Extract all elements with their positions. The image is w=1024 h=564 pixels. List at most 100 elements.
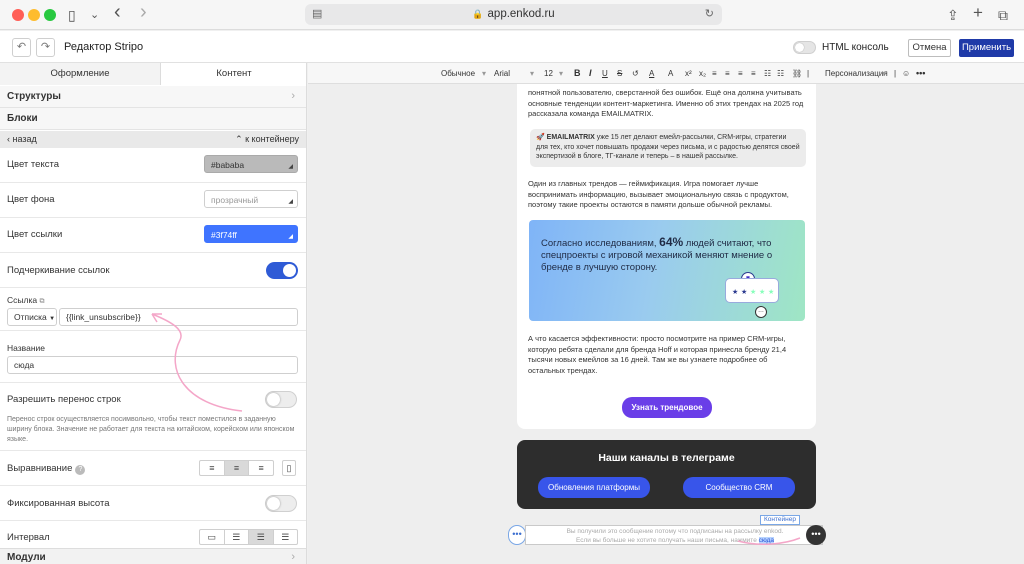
blocks-label: Блоки [7,113,38,124]
chevron-down-icon[interactable]: ⌄ [90,6,99,24]
container-label[interactable]: Контейнер [760,515,800,525]
bullet-list-icon[interactable]: ☷ [777,68,784,79]
back-icon[interactable]: ‹ [114,2,121,22]
tab-content[interactable]: Контент [161,63,306,85]
to-container-link[interactable]: ⌃ к контейнеру [235,134,299,145]
divider-icon: | [894,69,897,78]
cancel-button[interactable]: Отмена [908,39,951,57]
banner-percent: 64% [659,235,684,249]
panel-tabs: Оформление Контент [0,63,306,85]
fixed-height-toggle[interactable] [265,495,297,512]
rating-card-icon: ★ ★ ★ ★ ★ [725,278,779,303]
text-color-field[interactable]: #bababa ◢ [204,155,298,173]
footer-line-1: Вы получили это сообщение потому что под… [566,528,784,535]
apply-button[interactable]: Применить [959,39,1014,57]
subscript-button[interactable]: x₂ [699,68,706,79]
tabs-overview-icon[interactable]: ⧉ [998,6,1008,24]
clear-format-icon[interactable]: ↺ [632,68,639,79]
highlight-color-button[interactable]: A [668,68,673,79]
maximize-window-button[interactable] [44,9,56,21]
html-console-toggle[interactable] [793,41,816,54]
share-icon[interactable]: ⇪ [947,6,959,24]
help-icon[interactable]: ? [75,465,86,475]
sidebar-icon[interactable]: ▯ [68,6,76,24]
crm-community-button[interactable]: Сообщество CRM [683,477,795,498]
block-options-button[interactable]: ••• [806,525,826,545]
underline-button[interactable]: U [602,68,608,79]
justify-icon[interactable]: ≡ [751,68,756,79]
link-color-value: #3f74ff [211,230,237,240]
interval-3-button[interactable]: ☰ [249,530,274,544]
font-select[interactable]: Arial [494,68,510,79]
strikethrough-button[interactable]: S [617,68,622,79]
personalization-select[interactable]: Персонализация [825,68,888,79]
quote-block: 🚀 EMAILMATRIX уже 15 лет делают емейл-ра… [530,129,806,167]
interval-1-button[interactable]: ▭ [200,530,225,544]
interval-4-button[interactable]: ☰ [274,530,298,544]
structures-label: Структуры [7,91,61,102]
interval-2-button[interactable]: ☰ [225,530,249,544]
align-left-button[interactable]: ≡ [200,461,225,475]
ordered-list-icon[interactable]: ☷ [764,68,771,79]
align-center-icon[interactable]: ≡ [725,68,730,79]
text-color-button[interactable]: A [649,68,654,79]
name-label: Название [7,343,45,353]
align-center-button[interactable]: ≡ [224,461,250,475]
link-color-field[interactable]: #3f74ff ◢ [204,225,298,243]
bg-color-field[interactable]: прозрачный ◢ [204,190,298,208]
interval-row: Интервал ▭ ☰ ☰ ☰ [0,521,306,551]
align-button-group: ≡ ≡ ≡ [199,460,274,476]
copy-icon[interactable]: ⧉ [39,298,44,305]
mobile-icon[interactable]: ▯ [282,460,296,476]
align-label: Выравнивание? [7,463,86,475]
undo-button[interactable]: ↶ [12,38,31,57]
star-icon: ★ [732,289,739,296]
link-icon[interactable]: ⛓ [792,68,802,79]
font-size-select[interactable]: 12 [544,68,553,79]
redo-button[interactable]: ↷ [36,38,55,57]
structures-section[interactable]: Структуры › [0,86,306,108]
fixed-height-label: Фиксированная высота [7,498,110,509]
text-color-row: Цвет текста #bababa ◢ [0,148,306,183]
name-input[interactable]: сюда [7,356,298,374]
link-label: Ссылка ⧉ [7,295,44,306]
caret-down-icon: ▾ [882,69,887,78]
chevron-right-icon: › [291,551,295,563]
link-type-select[interactable]: Отписка ▼ [7,308,57,326]
link-color-label: Цвет ссылки [7,229,63,240]
close-window-button[interactable] [12,9,24,21]
unsubscribe-link[interactable]: сюда [758,537,775,544]
new-tab-icon[interactable]: + [973,4,983,22]
reload-icon[interactable]: ↻ [705,4,714,25]
align-left-icon[interactable]: ≡ [712,68,717,79]
more-icon[interactable]: ••• [916,68,925,79]
align-right-icon[interactable]: ≡ [738,68,743,79]
wrap-toggle[interactable] [265,391,297,408]
email-canvas[interactable]: понятной пользователю, сверстанной без о… [517,84,816,429]
back-link[interactable]: ‹ назад [7,134,37,144]
align-right-button[interactable]: ≡ [249,461,273,475]
underline-toggle[interactable] [266,262,298,279]
bold-button[interactable]: B [574,68,581,79]
link-label-text: Ссылка [7,295,38,305]
minimize-window-button[interactable] [28,9,40,21]
superscript-button[interactable]: x² [685,68,692,79]
unsubscribe-footer[interactable]: Вы получили это сообщение потому что под… [525,525,823,545]
cta-button[interactable]: Узнать трендовое [622,397,712,418]
container-options-button[interactable]: ••• [508,525,526,545]
modules-section[interactable]: Модули › [0,548,306,564]
link-url-input[interactable]: {{link_unsubscribe}} [59,308,298,326]
bg-color-row: Цвет фона прозрачный ◢ [0,183,306,218]
style-select[interactable]: Обычное [441,68,475,79]
address-bar[interactable]: ▤ 🔒 app.enkod.ru ↻ [305,4,722,25]
italic-button[interactable]: I [589,68,592,79]
link-row: Ссылка ⧉ Отписка ▼ {{link_unsubscribe}} [0,288,306,331]
emoji-icon[interactable]: ☺ [902,68,910,79]
text-color-value: #bababa [211,160,245,170]
platform-updates-button[interactable]: Обновления платформы [538,477,650,498]
chevron-right-icon: › [291,90,295,102]
tab-design[interactable]: Оформление [0,63,161,85]
forward-icon[interactable]: › [140,2,147,22]
name-row: Название сюда [0,331,306,383]
blocks-section[interactable]: Блоки [0,108,306,130]
